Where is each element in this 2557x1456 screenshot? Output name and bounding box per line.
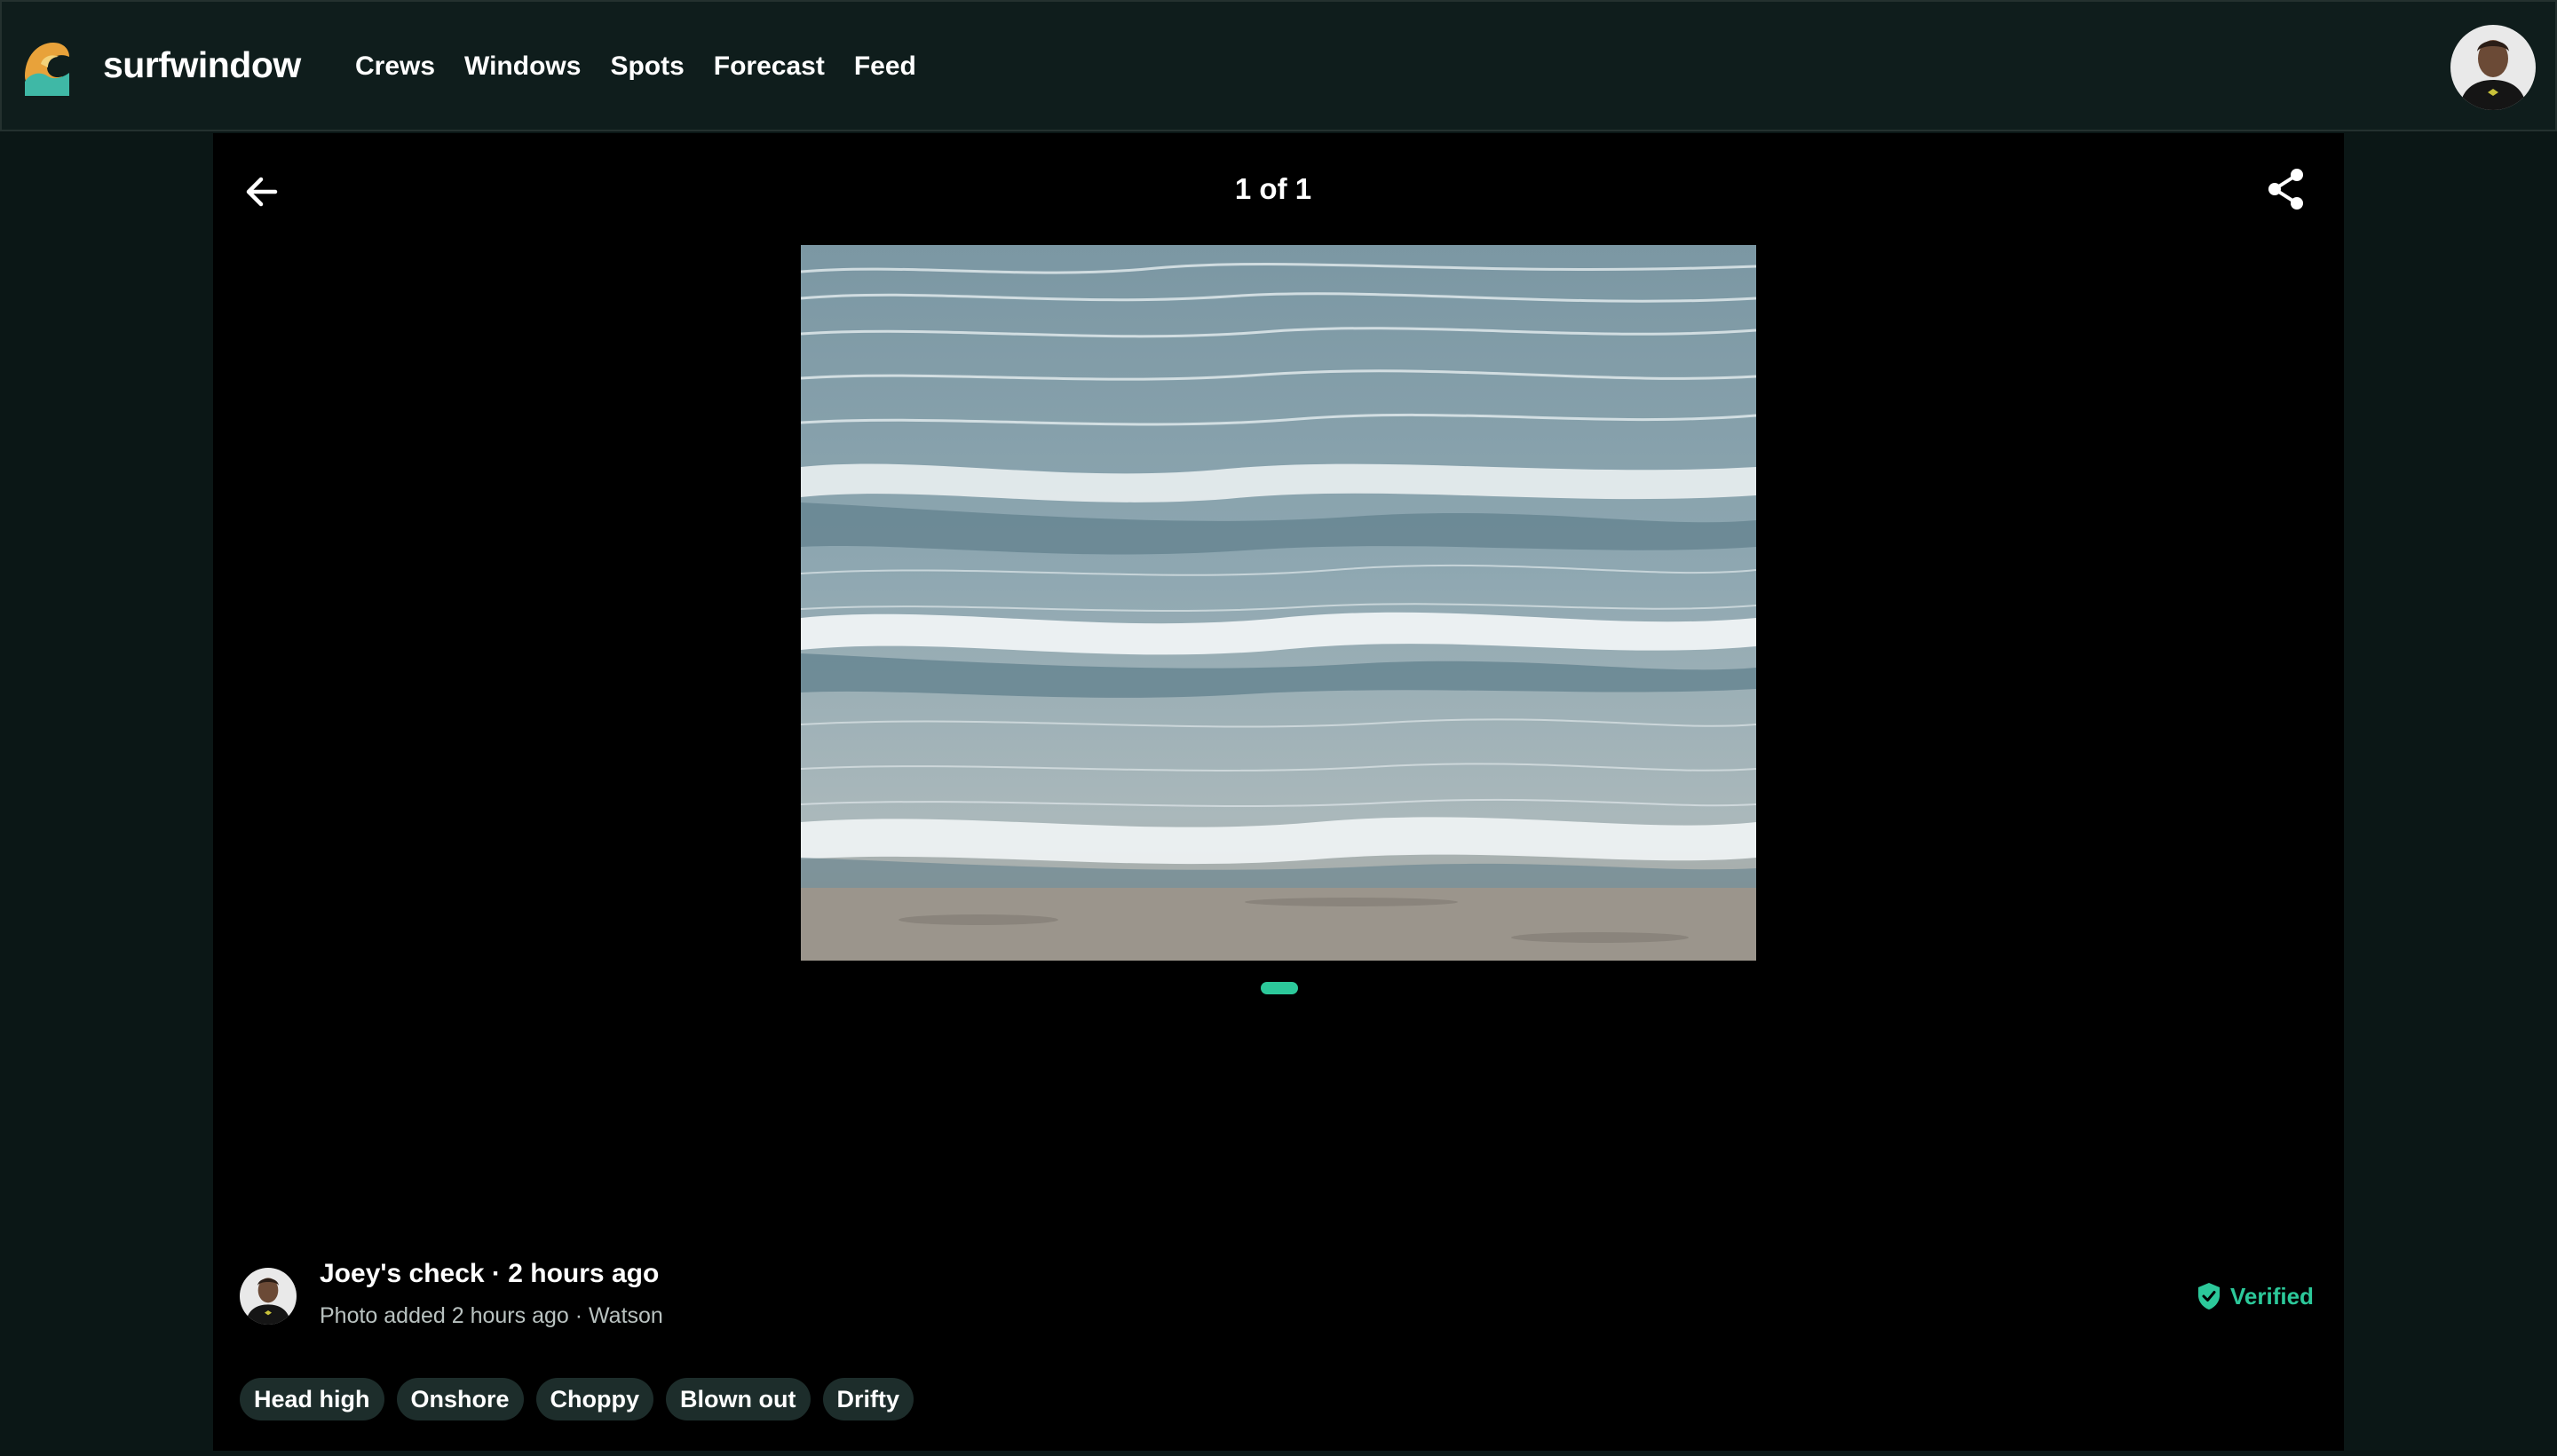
top-navigation-bar: surfwindow Crews Windows Spots Forecast … xyxy=(0,0,2557,131)
author-avatar[interactable] xyxy=(240,1268,297,1325)
share-icon xyxy=(2268,169,2303,210)
tag-choppy[interactable]: Choppy xyxy=(535,1378,654,1420)
tag-head-high[interactable]: Head high xyxy=(240,1378,384,1420)
verified-badge: Verified xyxy=(2197,1282,2314,1310)
wave-logo-icon[interactable] xyxy=(21,37,71,98)
tag-onshore[interactable]: Onshore xyxy=(396,1378,524,1420)
brand-name[interactable]: surfwindow xyxy=(103,44,301,86)
check-title[interactable]: Joey's check · 2 hours ago xyxy=(320,1259,659,1289)
photo-counter: 1 of 1 xyxy=(1234,172,1312,205)
tag-blown-out[interactable]: Blown out xyxy=(666,1378,811,1420)
user-avatar[interactable] xyxy=(2450,25,2536,110)
condition-tags: Head high Onshore Choppy Blown out Drift… xyxy=(240,1378,914,1420)
nav-item-feed[interactable]: Feed xyxy=(854,51,916,82)
nav-item-crews[interactable]: Crews xyxy=(355,51,435,82)
photo-meta: Photo added 2 hours ago · Watson xyxy=(320,1303,663,1328)
surf-photo[interactable] xyxy=(801,245,1756,961)
carousel-indicator-dot[interactable] xyxy=(1261,982,1298,994)
main-nav: Crews Windows Spots Forecast Feed xyxy=(355,51,916,82)
verified-shield-icon xyxy=(2198,1283,2220,1310)
nav-item-spots[interactable]: Spots xyxy=(610,51,684,82)
verified-label: Verified xyxy=(2230,1282,2314,1310)
photo-viewer: 1 of 1 Joey's check · 2 hours ago Photo … xyxy=(213,133,2344,1451)
nav-item-windows[interactable]: Windows xyxy=(464,51,581,82)
share-button[interactable] xyxy=(2264,167,2308,211)
tag-drifty[interactable]: Drifty xyxy=(822,1378,914,1420)
nav-item-forecast[interactable]: Forecast xyxy=(714,51,825,82)
